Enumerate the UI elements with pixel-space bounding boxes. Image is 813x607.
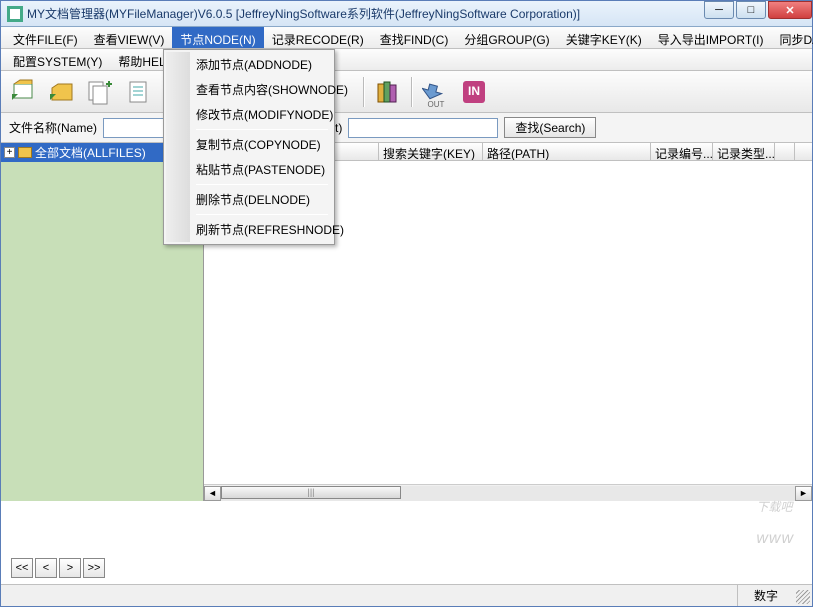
content-input[interactable] <box>348 118 498 138</box>
menu2-0[interactable]: 配置SYSTEM(Y) <box>5 49 110 70</box>
status-numlock: 数字 <box>737 585 794 606</box>
toolbar-btn-1[interactable] <box>7 75 41 109</box>
menu-4[interactable]: 查找FIND(C) <box>372 27 457 48</box>
statusbar: 数字 <box>1 584 812 606</box>
column-header-2[interactable]: 路径(PATH) <box>483 143 651 160</box>
folder-icon <box>18 147 32 158</box>
nav-buttons: << < > >> <box>11 558 105 578</box>
dropdown-item[interactable]: 添加节点(ADDNODE) <box>166 52 332 77</box>
scroll-thumb[interactable]: ||| <box>221 486 401 499</box>
content-area: + 全部文档(ALLFILES) 搜索关键字(KEY)路径(PATH)记录编号.… <box>1 143 812 501</box>
toolbar-btn-4[interactable] <box>121 75 155 109</box>
dropdown-item[interactable]: 修改节点(MODIFYNODE) <box>166 102 332 127</box>
maximize-button[interactable]: □ <box>736 1 766 19</box>
menu-8[interactable]: 同步DATASYN(D) <box>771 27 813 48</box>
column-header-4[interactable]: 记录类型... <box>713 143 775 160</box>
toolbar-separator-3 <box>411 77 413 107</box>
nav-first-button[interactable]: << <box>11 558 33 578</box>
svg-text:IN: IN <box>468 84 480 98</box>
titlebar: MY文档管理器(MYFileManager)V6.0.5 [JeffreyNin… <box>1 1 812 27</box>
filename-label: 文件名称(Name) <box>9 119 97 136</box>
nav-last-button[interactable]: >> <box>83 558 105 578</box>
menu-7[interactable]: 导入导出IMPORT(I) <box>650 27 772 48</box>
window-buttons: ─ □ ✕ <box>702 1 812 26</box>
nav-next-button[interactable]: > <box>59 558 81 578</box>
app-icon <box>7 6 23 22</box>
menu-5[interactable]: 分组GROUP(G) <box>456 27 557 48</box>
search-button[interactable]: 查找(Search) <box>504 117 596 138</box>
toolbar-btn-in[interactable]: IN <box>457 75 491 109</box>
menu-3[interactable]: 记录RECODE(R) <box>264 27 372 48</box>
toolbar-btn-3[interactable] <box>83 75 117 109</box>
toolbar: OUT IN <box>1 71 812 113</box>
nav-prev-button[interactable]: < <box>35 558 57 578</box>
column-header-5[interactable] <box>775 143 795 160</box>
dropdown-item[interactable]: 刷新节点(REFRESHNODE) <box>166 217 332 242</box>
column-header-3[interactable]: 记录编号... <box>651 143 713 160</box>
menu-6[interactable]: 关键字KEY(K) <box>558 27 650 48</box>
dropdown-sep <box>196 129 328 130</box>
search-bar: 文件名称(Name) ontent) 查找(Search) <box>1 113 812 143</box>
toolbar-btn-books[interactable] <box>371 75 405 109</box>
toolbar-separator-2 <box>363 77 365 107</box>
tree-root-label: 全部文档(ALLFILES) <box>35 144 146 161</box>
dropdown-item[interactable]: 查看节点内容(SHOWNODE) <box>166 77 332 102</box>
menu-1[interactable]: 查看VIEW(V) <box>86 27 173 48</box>
scroll-track[interactable]: ||| <box>221 486 795 501</box>
menu-2[interactable]: 节点NODE(N) <box>172 27 263 48</box>
column-header-1[interactable]: 搜索关键字(KEY) <box>379 143 483 160</box>
window-title: MY文档管理器(MYFileManager)V6.0.5 [JeffreyNin… <box>27 5 702 22</box>
dropdown-sep <box>196 214 328 215</box>
minimize-button[interactable]: ─ <box>704 1 734 19</box>
node-dropdown-menu: 添加节点(ADDNODE)查看节点内容(SHOWNODE)修改节点(MODIFY… <box>163 49 335 245</box>
toolbar-btn-out[interactable]: OUT <box>419 75 453 109</box>
scroll-left-button[interactable]: ◄ <box>204 486 221 501</box>
close-button[interactable]: ✕ <box>768 1 812 19</box>
menubar-row2: 配置SYSTEM(Y)帮助HELP(H) <box>1 49 812 71</box>
dropdown-item[interactable]: 粘贴节点(PASTENODE) <box>166 157 332 182</box>
scroll-right-button[interactable]: ► <box>795 486 812 501</box>
dropdown-item[interactable]: 复制节点(COPYNODE) <box>166 132 332 157</box>
menu-0[interactable]: 文件FILE(F) <box>5 27 86 48</box>
menubar: 文件FILE(F)查看VIEW(V)节点NODE(N)记录RECODE(R)查找… <box>1 27 812 49</box>
toolbar-btn-2[interactable] <box>45 75 79 109</box>
horizontal-scrollbar[interactable]: ◄ ||| ► <box>204 484 812 501</box>
dropdown-item[interactable]: 删除节点(DELNODE) <box>166 187 332 212</box>
expand-icon[interactable]: + <box>4 147 15 158</box>
dropdown-sep <box>196 184 328 185</box>
resize-grip[interactable] <box>796 590 810 604</box>
